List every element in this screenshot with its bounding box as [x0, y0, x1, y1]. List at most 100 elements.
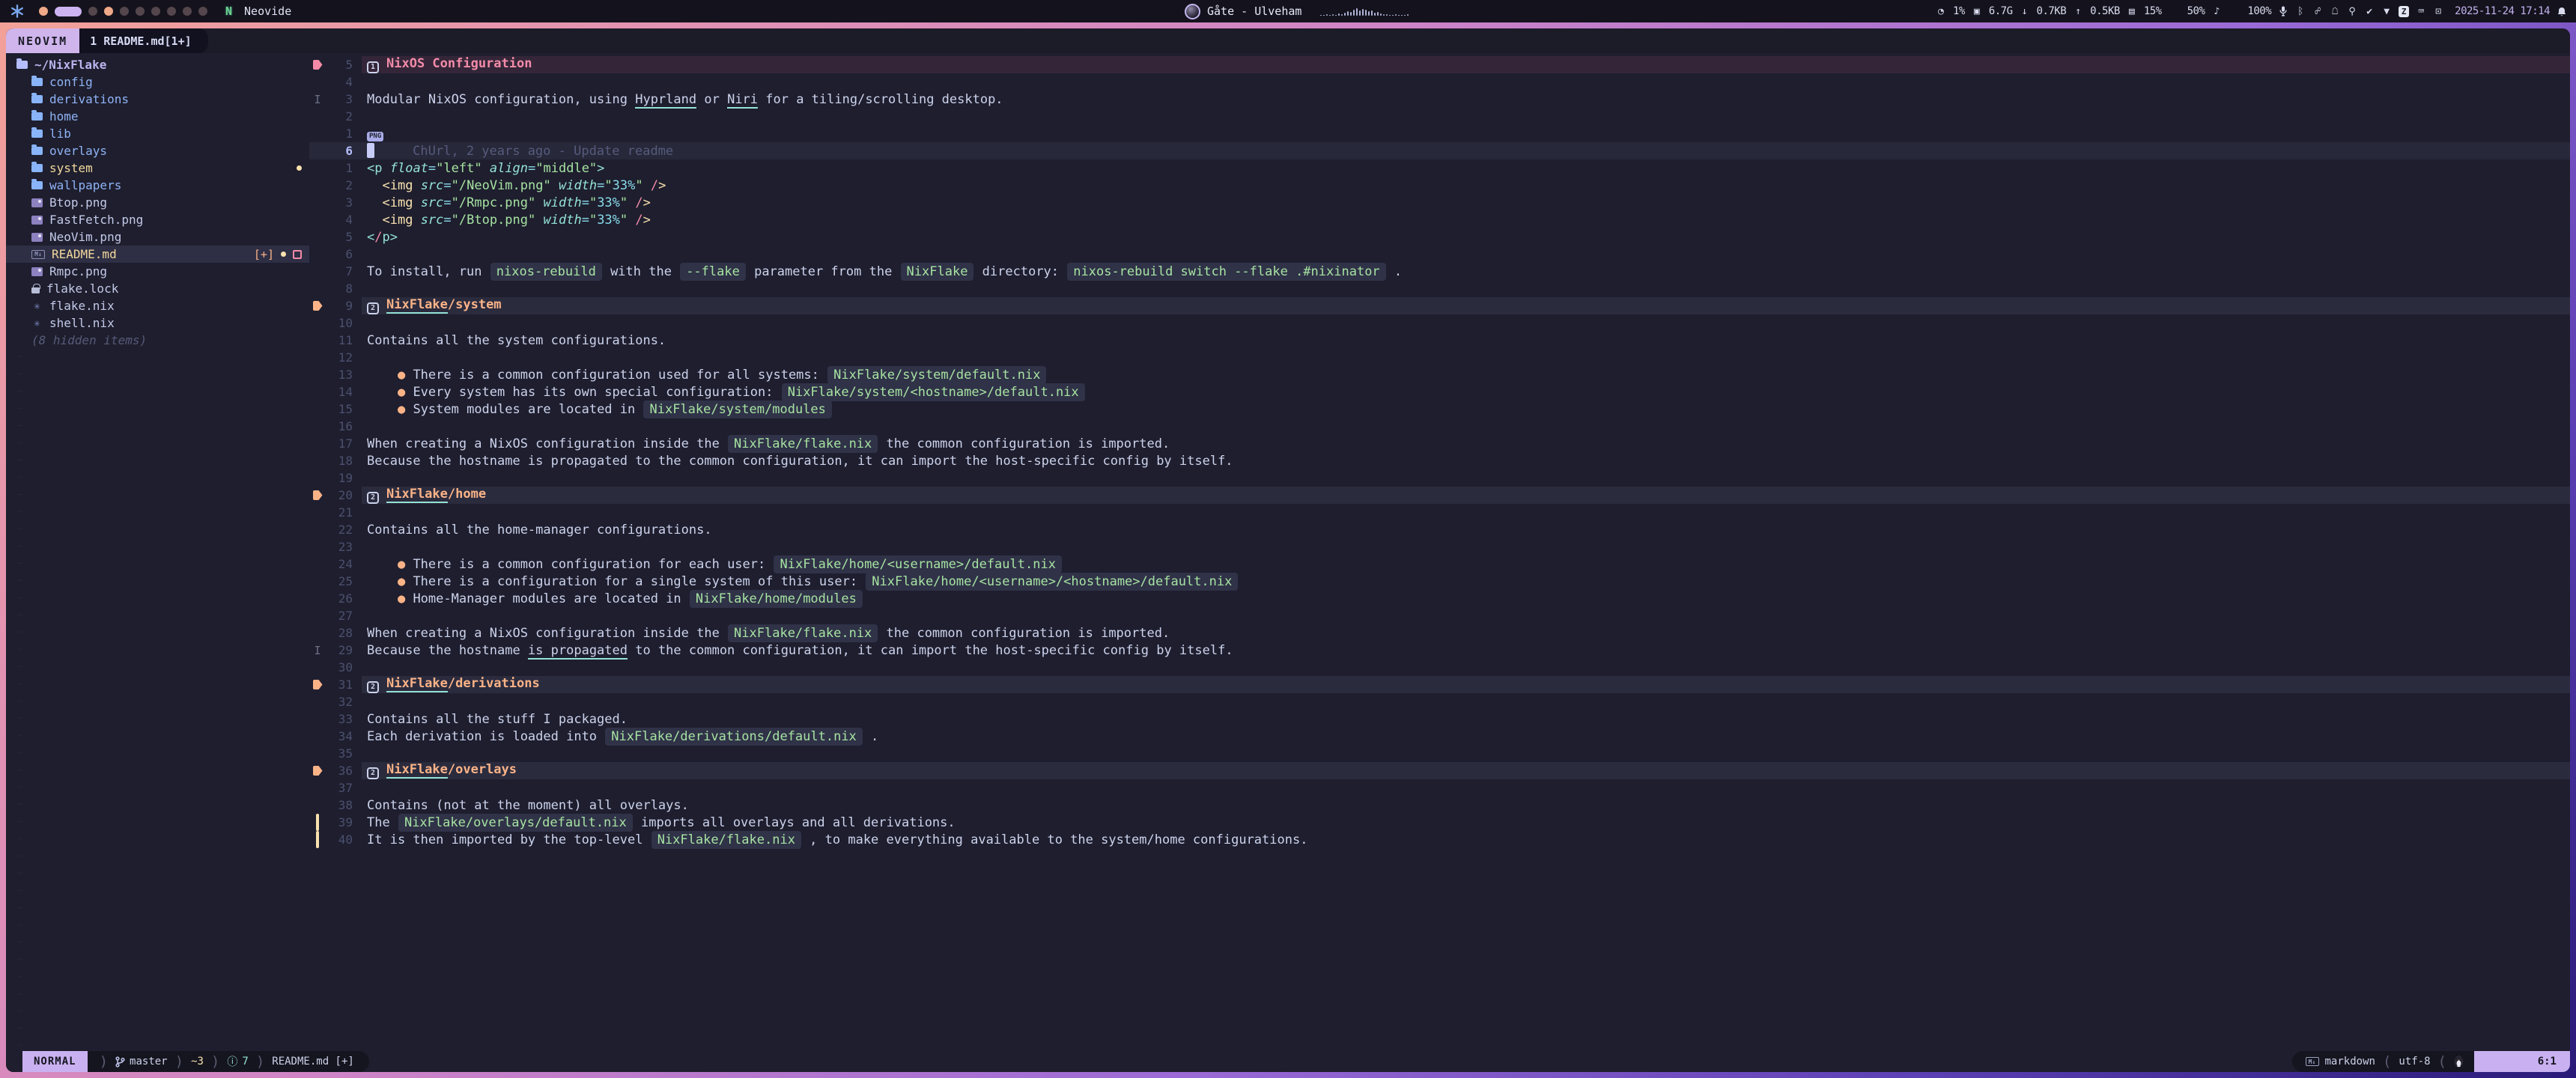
media-player-widget[interactable]: Gåte - Ulveham	[1185, 0, 1409, 22]
link[interactable]: NixFlake	[386, 676, 448, 692]
tree-item[interactable]: FastFetch.png	[6, 211, 309, 228]
zellij-icon[interactable]: Z	[2399, 6, 2409, 17]
workspace-dot-3[interactable]	[88, 7, 97, 16]
git-branch[interactable]: master	[115, 1056, 168, 1068]
editor-line[interactable]: 37	[309, 779, 2570, 797]
editor-line[interactable]: 33Contains all the stuff I packaged.	[309, 710, 2570, 728]
editor-line[interactable]: 25 ● There is a configuration for a sing…	[309, 573, 2570, 590]
disk-icon[interactable]: ▤	[2127, 6, 2137, 17]
tree-item[interactable]: home	[6, 108, 309, 125]
editor-line[interactable]: 18Because the hostname is propagated to …	[309, 452, 2570, 469]
shield-icon[interactable]: ☖	[2330, 6, 2340, 17]
editor-line[interactable]: 23	[309, 538, 2570, 555]
editor-line[interactable]: 202NixFlake/home	[309, 487, 2570, 504]
tree-item[interactable]: (8 hidden items)	[6, 332, 309, 349]
tree-item[interactable]: ✳shell.nix	[6, 314, 309, 332]
workspace-dot-1[interactable]	[39, 7, 48, 16]
editor-line[interactable]: 1<p float="left" align="middle">	[309, 159, 2570, 177]
workspace-dot-8[interactable]	[167, 7, 176, 16]
editor-line[interactable]: 40It is then imported by the top-level N…	[309, 831, 2570, 848]
editor-line[interactable]: I3Modular NixOS configuration, using Hyp…	[309, 91, 2570, 108]
editor-line[interactable]: 38Contains (not at the moment) all overl…	[309, 797, 2570, 814]
network-icon[interactable]: ☍	[2312, 6, 2323, 17]
workspace-dot-7[interactable]	[151, 7, 160, 16]
editor-line[interactable]: 362NixFlake/overlays	[309, 762, 2570, 779]
tree-item[interactable]: derivations	[6, 91, 309, 108]
editor-line[interactable]: 15 ● System modules are located in NixFl…	[309, 401, 2570, 418]
bluetooth-icon[interactable]: ᛒ	[2295, 6, 2306, 17]
workspace-dot-10[interactable]	[198, 7, 207, 16]
editor-line[interactable]: 34Each derivation is loaded into NixFlak…	[309, 728, 2570, 745]
editor-line[interactable]: 28When creating a NixOS configuration in…	[309, 624, 2570, 642]
tree-item[interactable]: ~/NixFlake	[6, 56, 309, 73]
editor-line[interactable]: 11Contains all the system configurations…	[309, 332, 2570, 349]
editor-line[interactable]: 35	[309, 745, 2570, 762]
editor-line[interactable]: 27	[309, 607, 2570, 624]
editor-line[interactable]: 16	[309, 418, 2570, 435]
tree-item[interactable]: Btop.png	[6, 194, 309, 211]
editor-line[interactable]: 24 ● There is a common configuration for…	[309, 555, 2570, 573]
volume-icon[interactable]: ♪	[2211, 6, 2222, 17]
tree-item[interactable]: Rmpc.png	[6, 263, 309, 280]
tree-item[interactable]: NeoVim.png	[6, 228, 309, 246]
editor-line[interactable]: 22Contains all the home-manager configur…	[309, 521, 2570, 538]
editor-line[interactable]: 21	[309, 504, 2570, 521]
tree-item[interactable]: ✳flake.nix	[6, 297, 309, 314]
editor-line[interactable]: 13 ● There is a common configuration use…	[309, 366, 2570, 383]
cpu-icon[interactable]: ▣	[1972, 6, 1982, 17]
check-circle-icon[interactable]: ✔	[2364, 6, 2375, 17]
link[interactable]: Niri	[727, 92, 758, 109]
editor-line[interactable]: 2	[309, 108, 2570, 125]
link[interactable]: is propagated	[528, 643, 628, 660]
editor-line[interactable]: 6	[309, 246, 2570, 263]
tree-item[interactable]: system	[6, 159, 309, 177]
tree-item[interactable]: M↓README.md[+]	[6, 246, 309, 263]
editor-line[interactable]: 32	[309, 693, 2570, 710]
tree-item[interactable]: config	[6, 73, 309, 91]
location-icon[interactable]: ⚲	[2347, 6, 2357, 17]
terminal-icon[interactable]: ⊡	[2433, 6, 2443, 17]
editor-line[interactable]: 1PNG	[309, 125, 2570, 142]
editor-line[interactable]: 312NixFlake/derivations	[309, 676, 2570, 693]
editor-line[interactable]: 12	[309, 349, 2570, 366]
tab-readme[interactable]: 1 README.md[1+]	[79, 28, 207, 53]
editor-line[interactable]: 92NixFlake/system	[309, 297, 2570, 314]
bell-icon[interactable]	[2557, 7, 2567, 16]
editor-buffer[interactable]: 51NixOS Configuration4I3Modular NixOS co…	[309, 53, 2570, 1051]
link[interactable]: NixFlake	[386, 487, 448, 503]
editor-line[interactable]: 19	[309, 469, 2570, 487]
link[interactable]: Hyprland	[635, 92, 696, 109]
workspace-dot-4[interactable]	[104, 7, 113, 16]
tree-item[interactable]: lib	[6, 125, 309, 142]
workspace-dot-6[interactable]	[136, 7, 145, 16]
download-icon[interactable]: ↓	[2020, 6, 2030, 17]
editor-line[interactable]: 4 <img src="/Btop.png" width="33%" />	[309, 211, 2570, 228]
editor-line[interactable]: 5</p>	[309, 228, 2570, 246]
workspace-dot-9[interactable]	[183, 7, 192, 16]
upload-icon[interactable]: ↑	[2073, 6, 2083, 17]
microphone-icon[interactable]	[2278, 6, 2288, 16]
link[interactable]: NixFlake	[386, 297, 448, 314]
workspace-dot-5[interactable]	[120, 7, 129, 16]
editor-line[interactable]: 2 <img src="/NeoVim.png" width="33%" />	[309, 177, 2570, 194]
vpn-icon[interactable]: ▼	[2381, 6, 2392, 17]
editor-line[interactable]: I29Because the hostname is propagated to…	[309, 642, 2570, 659]
tree-item[interactable]: flake.lock	[6, 280, 309, 297]
editor-line[interactable]: 14 ● Every system has its own special co…	[309, 383, 2570, 401]
gauge-icon[interactable]: ◔	[1936, 6, 1946, 17]
editor-line[interactable]: 39The NixFlake/overlays/default.nix impo…	[309, 814, 2570, 831]
editor-line[interactable]: 10	[309, 314, 2570, 332]
editor-line[interactable]: 17When creating a NixOS configuration in…	[309, 435, 2570, 452]
link[interactable]: NixFlake	[386, 762, 448, 779]
tree-item[interactable]: wallpapers	[6, 177, 309, 194]
editor-line[interactable]: 26 ● Home-Manager modules are located in…	[309, 590, 2570, 607]
keyboard-icon[interactable]: ⌨	[2416, 6, 2426, 17]
editor-line[interactable]: 51NixOS Configuration	[309, 56, 2570, 73]
editor-line[interactable]: 30	[309, 659, 2570, 676]
tree-item[interactable]: overlays	[6, 142, 309, 159]
editor-line[interactable]: 3 <img src="/Rmpc.png" width="33%" />	[309, 194, 2570, 211]
editor-line[interactable]: 4	[309, 73, 2570, 91]
workspace-active[interactable]	[55, 7, 82, 16]
editor-line[interactable]: 8	[309, 280, 2570, 297]
editor-line[interactable]: 7To install, run nixos-rebuild with the …	[309, 263, 2570, 280]
